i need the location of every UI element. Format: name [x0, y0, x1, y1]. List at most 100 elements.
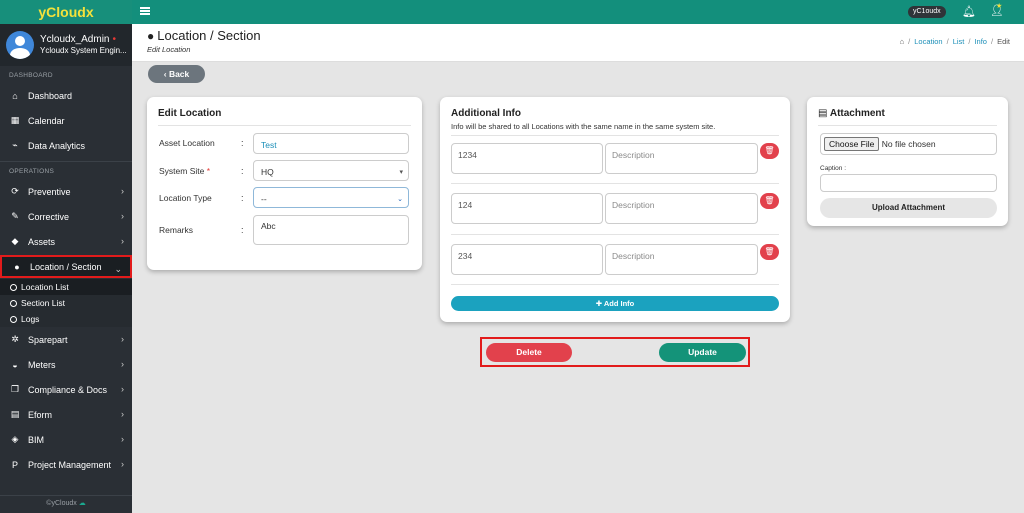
user-panel[interactable]: Ycloudx_Admin • Ycloudx System Engin... [0, 24, 132, 66]
footer-text: ©yCloudx [46, 500, 77, 507]
globe-icon: ● [147, 29, 155, 43]
sidebar-item-label: Corrective [28, 211, 70, 222]
card-title: ▤ Attachment [818, 108, 885, 119]
info-description-field[interactable]: Description [605, 244, 758, 275]
info-description-field[interactable]: Description [605, 143, 758, 174]
choose-file-button[interactable]: Choose File [824, 137, 880, 151]
system-site-label-text: System Site [159, 166, 205, 176]
gauge-icon: ◒ [12, 359, 18, 370]
breadcrumb: ⌂ / Location / List / Info / Edit [899, 37, 1010, 46]
sidebar-item-label: Meters [28, 359, 56, 370]
circle-icon [10, 299, 17, 307]
divider [818, 125, 997, 126]
info-value-field[interactable]: 234 [451, 244, 603, 275]
caption-label: Caption : [820, 165, 847, 172]
sidebar-item-meters[interactable]: ◒ Meters › [0, 352, 132, 377]
back-button[interactable]: ‹ Back [148, 65, 205, 83]
company-badge[interactable]: yC1oudx [908, 6, 946, 18]
avatar [6, 31, 34, 59]
chevron-down-icon: ⌄ [397, 196, 403, 203]
info-description-field[interactable]: Description [605, 193, 758, 224]
sidebar-item-corrective[interactable]: ✎ Corrective › [0, 204, 132, 229]
user-role: Ycloudx System Engin... [40, 46, 127, 55]
no-file-text: No file chosen [881, 139, 936, 149]
sidebar-item-assets[interactable]: ◆ Assets › [0, 229, 132, 254]
trash-icon[interactable]: 🗑︎ [760, 193, 779, 209]
location-type-select[interactable]: -- ⌄ [253, 187, 409, 208]
attachment-card: ▤ Attachment Choose File No file chosen … [807, 97, 1008, 226]
sidebar-subitem-logs[interactable]: Logs [0, 311, 132, 327]
sidebar-item-bim[interactable]: ◈ BIM › [0, 427, 132, 452]
sidebar-item-data-analytics[interactable]: ⌁ Data Analytics [0, 133, 132, 158]
wrench-icon: ✎ [11, 211, 19, 221]
add-info-button[interactable]: ✚ Add Info [451, 296, 779, 311]
info-value-field[interactable]: 1234 [451, 143, 603, 174]
chevron-right-icon: › [121, 186, 124, 196]
plus-icon: ✚ [595, 299, 604, 308]
user-menu-icon[interactable]: 👤︎ ★ [990, 3, 1004, 17]
action-buttons-highlight: Delete Update [480, 337, 750, 367]
update-button[interactable]: Update [659, 343, 746, 362]
chevron-down-icon: ▾ [399, 169, 403, 176]
sidebar-item-location-section[interactable]: ● Location / Section ⌄ [0, 255, 132, 278]
star-icon: ★ [996, 3, 1003, 10]
sidebar-item-project-management[interactable]: P Project Management › [0, 452, 132, 477]
project-icon: P [11, 459, 18, 470]
sidebar-item-eform[interactable]: ▤ Eform › [0, 402, 132, 427]
sidebar-item-label: Eform [28, 409, 53, 420]
sidebar-item-label: Preventive [28, 186, 71, 197]
system-site-select[interactable]: HQ ▾ [253, 160, 409, 181]
system-site-label: System Site * [159, 166, 210, 176]
chevron-right-icon: › [121, 384, 124, 394]
file-icon: ▤ [818, 108, 830, 119]
breadcrumb-location[interactable]: Location [914, 37, 942, 46]
trash-icon[interactable]: 🗑︎ [760, 143, 779, 159]
sidebar-subitem-location-list[interactable]: Location List [0, 279, 132, 295]
section-label-dashboard: DASHBOARD [9, 72, 53, 79]
hamburger-menu-icon[interactable] [140, 7, 150, 15]
chevron-right-icon: › [121, 434, 124, 444]
breadcrumb-list[interactable]: List [953, 37, 965, 46]
globe-icon: ● [14, 261, 20, 272]
sidebar-footer: ©yCloudx ☁ [0, 495, 132, 513]
sidebar-item-sparepart[interactable]: ✲ Sparepart › [0, 327, 132, 352]
card-title: Edit Location [158, 108, 222, 119]
sidebar-subitem-label: Location List [21, 282, 69, 292]
divider [451, 234, 779, 235]
file-input[interactable]: Choose File No file chosen [820, 133, 997, 155]
upload-attachment-button[interactable]: Upload Attachment [820, 198, 997, 218]
asset-location-label: Asset Location [159, 138, 215, 148]
sidebar-item-label: Data Analytics [28, 140, 86, 151]
colon: : [241, 193, 244, 203]
sidebar-item-dashboard[interactable]: ⌂ Dashboard [0, 83, 132, 108]
circle-icon [10, 315, 17, 323]
sidebar-item-calendar[interactable]: ▦ Calendar [0, 108, 132, 133]
refresh-icon: ⟳ [11, 186, 19, 196]
sidebar-subitem-section-list[interactable]: Section List [0, 295, 132, 311]
online-status-icon: • [112, 34, 116, 45]
remarks-textarea[interactable]: Abc [253, 215, 409, 245]
sidebar-subitem-label: Section List [21, 298, 65, 308]
additional-info-card: Additional Info Info will be shared to a… [440, 97, 790, 322]
sidebar-item-preventive[interactable]: ⟳ Preventive › [0, 179, 132, 204]
chevron-right-icon: › [121, 236, 124, 246]
page-title-text: Location / Section [157, 28, 261, 43]
brand-logo[interactable]: yCloudx [0, 0, 132, 24]
card-title-text: Attachment [829, 108, 885, 119]
sidebar-item-label: Compliance & Docs [28, 384, 108, 395]
trash-icon[interactable]: 🗑︎ [760, 244, 779, 260]
asset-location-input[interactable]: Test [253, 133, 409, 154]
chevron-right-icon: › [121, 334, 124, 344]
cloud-icon: ☁ [78, 500, 86, 507]
location-type-label: Location Type [159, 193, 212, 203]
sidebar-item-label: Dashboard [28, 90, 73, 101]
info-value-field[interactable]: 124 [451, 193, 603, 224]
remarks-label: Remarks [159, 225, 194, 235]
caption-textarea[interactable] [820, 174, 997, 192]
delete-button[interactable]: Delete [486, 343, 572, 362]
home-icon[interactable]: ⌂ [900, 37, 905, 46]
bell-icon[interactable]: 🔔︎ [962, 5, 976, 18]
sidebar-item-compliance-docs[interactable]: ❐ Compliance & Docs › [0, 377, 132, 402]
breadcrumb-info[interactable]: Info [974, 37, 987, 46]
sidebar-item-label: BIM [28, 434, 45, 445]
